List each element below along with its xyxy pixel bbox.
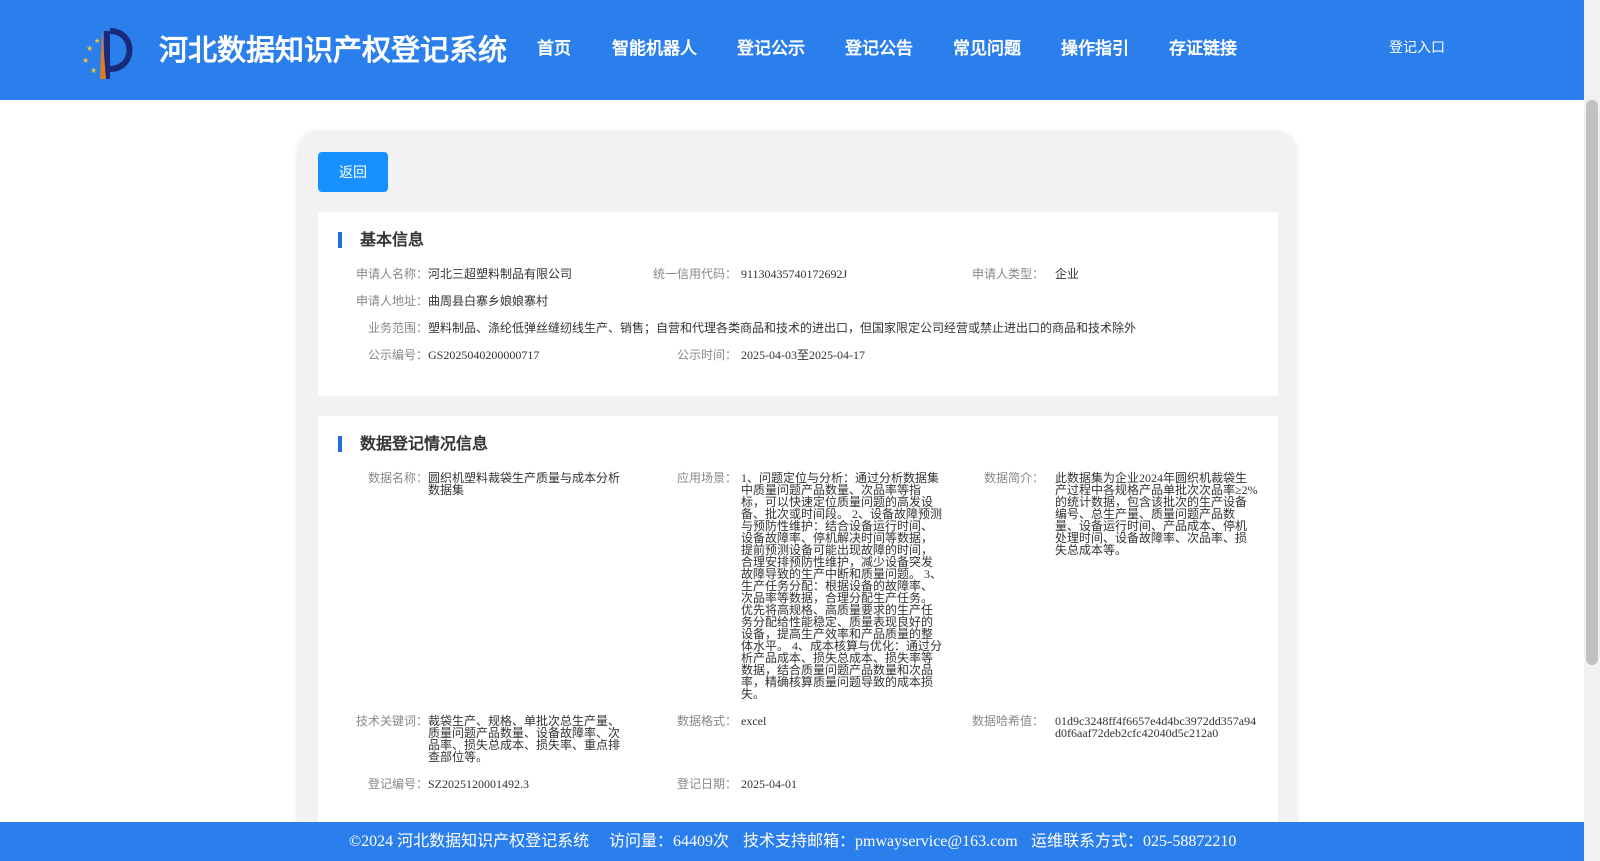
address-label: 申请人地址： — [355, 294, 428, 308]
section-accent-bar — [338, 436, 342, 452]
format-value: excel — [741, 714, 767, 728]
data-name-label: 数据名称： — [367, 471, 428, 485]
applicant-type-value: 企业 — [1055, 267, 1080, 281]
nav-item-home[interactable]: 首页 — [537, 34, 571, 64]
nav-item-faq[interactable]: 常见问题 — [953, 34, 1021, 64]
scrollbar-thumb[interactable] — [1586, 100, 1598, 665]
reg-date-label: 登记日期： — [676, 777, 737, 791]
nav-item-robot[interactable]: 智能机器人 — [612, 34, 697, 64]
scope-value: 塑料制品、涤纶低弹丝缝纫线生产、销售；自营和代理各类商品和技术的进出口，但国家限… — [428, 321, 1137, 335]
reg-no-value: SZ2025120001492.3 — [428, 777, 530, 791]
hash-value: 01d9c3248ff4f6657e4d4bc3972dd357a94d0f6a… — [1055, 714, 1257, 740]
summary-label: 数据简介： — [983, 471, 1044, 485]
data-name-value: 圆织机塑料裁袋生产质量与成本分析数据集 — [428, 471, 621, 497]
format-label: 数据格式： — [676, 714, 737, 728]
page-footer: ©2024 河北数据知识产权登记系统 访问量：64409次 技术支持邮箱：pmw… — [0, 822, 1584, 861]
scenario-value: 1、问题定位与分析：通过分析数据集中质量问题产品数量、次品率等指标，可以快速定位… — [741, 471, 943, 701]
data-info-card: 数据登记情况信息 数据名称： 圆织机塑料裁袋生产质量与成本分析数据集 应用场景：… — [318, 416, 1278, 861]
credit-code-label: 统一信用代码： — [652, 267, 737, 281]
address-value: 曲周县白寨乡娘娘寨村 — [428, 294, 549, 308]
nav-item-publicity[interactable]: 登记公示 — [737, 34, 805, 64]
scope-label: 业务范围： — [367, 321, 428, 335]
footer-support-email: 技术支持邮箱：pmwayservice@163.com — [743, 833, 1018, 850]
nav-item-announcement[interactable]: 登记公告 — [845, 34, 913, 64]
hash-label: 数据哈希值： — [971, 714, 1044, 728]
page-scrollbar[interactable] — [1584, 0, 1600, 861]
footer-contact: 运维联系方式：025-58872210 — [1031, 833, 1237, 850]
notice-time-value: 2025-04-03至2025-04-17 — [741, 348, 865, 362]
footer-visits: 访问量：64409次 — [609, 833, 730, 850]
notice-time-label: 公示时间： — [676, 348, 737, 362]
footer-copyright: ©2024 河北数据知识产权登记系统 — [349, 833, 590, 850]
basic-info-title: 基本信息 — [360, 230, 425, 249]
nav-item-guide[interactable]: 操作指引 — [1061, 34, 1129, 64]
site-title: 河北数据知识产权登记系统 — [159, 33, 508, 67]
logo-icon: ★ ★ ★ ★ — [82, 28, 133, 79]
svg-text:★: ★ — [86, 44, 93, 53]
scenario-label: 应用场景： — [676, 471, 737, 485]
keywords-value: 裁袋生产、规格、单批次总生产量、质量问题产品数量、设备故障率、次品率、损失总成本… — [428, 714, 621, 764]
data-info-title: 数据登记情况信息 — [360, 434, 489, 453]
basic-info-card: 基本信息 申请人名称： 河北三超塑料制品有限公司 统一信用代码： 9113043… — [318, 212, 1278, 396]
keywords-label: 技术关键词： — [355, 714, 428, 728]
applicant-name-value: 河北三超塑料制品有限公司 — [428, 267, 573, 281]
notice-no-value: GS2025040200000717 — [428, 348, 540, 362]
notice-no-label: 公示编号： — [367, 348, 428, 362]
login-link[interactable]: 登记入口 — [1389, 38, 1445, 58]
applicant-name-label: 申请人名称： — [355, 267, 428, 281]
svg-text:★: ★ — [94, 37, 100, 45]
applicant-type-label: 申请人类型： — [971, 267, 1044, 281]
top-header: ★ ★ ★ ★ 河北数据知识产权登记系统 首页 智能机器人 登记公示 登记公告 … — [0, 0, 1584, 100]
detail-container: 返回 基本信息 申请人名称： 河北三超塑料制品有限公司 统一信用代码： 9113… — [297, 131, 1297, 861]
section-accent-bar — [338, 232, 342, 248]
nav-item-evidence-link[interactable]: 存证链接 — [1169, 34, 1237, 64]
summary-value: 此数据集为企业2024年圆织机裁袋生产过程中各规格产品单批次次品率≥2%的统计数… — [1055, 471, 1258, 557]
svg-text:★: ★ — [82, 56, 89, 65]
back-button[interactable]: 返回 — [318, 152, 388, 192]
svg-text:★: ★ — [90, 66, 97, 75]
reg-date-value: 2025-04-01 — [741, 777, 797, 791]
credit-code-value: 91130435740172692J — [741, 267, 848, 281]
reg-no-label: 登记编号： — [367, 777, 428, 791]
